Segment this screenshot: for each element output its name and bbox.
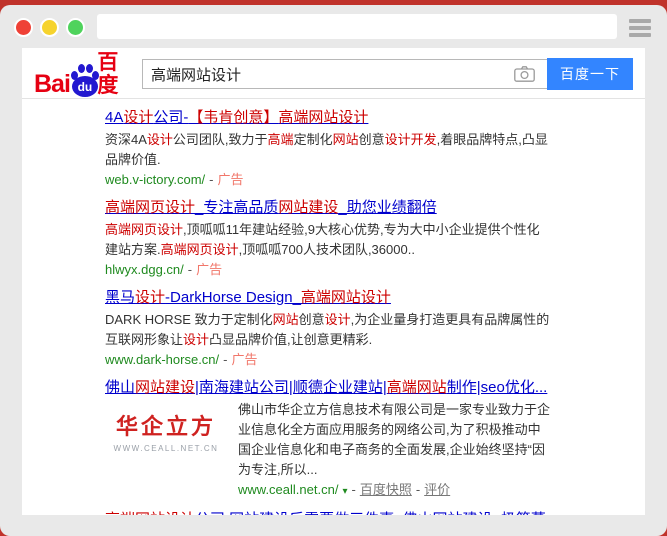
search-input[interactable] — [142, 59, 547, 89]
baidu-header: Bai du 百度 百度一下 — [22, 48, 645, 99]
result-description: DARK HORSE 致力于定制化网站创意设计,为企业量身打造更具有品牌属性的互… — [105, 310, 550, 350]
chevron-down-icon[interactable]: ▾ — [342, 486, 347, 497]
results-list: 4A设计公司-【韦肯创意】高端网站设计 资深4A设计公司团队,致力于高端定制化网… — [22, 99, 645, 515]
baidu-logo[interactable]: Bai du 百度 — [34, 51, 134, 97]
result-url-line: www.dark-horse.cn/-广告 — [105, 350, 550, 370]
result-url: www.dark-horse.cn/ — [105, 352, 219, 367]
result-url-line: hlwyx.dgg.cn/-广告 — [105, 260, 550, 280]
menu-icon[interactable] — [629, 19, 651, 37]
result-url-line: web.v-ictory.com/-广告 — [105, 170, 550, 190]
result-url: web.v-ictory.com/ — [105, 172, 205, 187]
search-results-page: Bai du 百度 百度一下 — [22, 48, 645, 515]
result-title-link[interactable]: 4A设计公司-【韦肯创意】高端网站设计 — [105, 109, 368, 127]
window-controls — [14, 18, 85, 37]
ad-badge: 广告 — [232, 352, 258, 367]
baidu-paw-icon: du — [71, 63, 95, 97]
search-button[interactable]: 百度一下 — [547, 58, 633, 90]
thumbnail-brand-text: 华企立方 — [116, 415, 216, 439]
browser-titlebar — [0, 5, 667, 48]
browser-window: Bai du 百度 百度一下 — [0, 5, 667, 536]
thumbnail-url-text: WWW.CEALL.NET.CN — [114, 444, 219, 453]
result-description: 资深4A设计公司团队,致力于高端定制化网站创意设计开发,着眼品牌特点,凸显品牌价… — [105, 130, 550, 170]
search-result: 黑马设计-DarkHorse Design_高端网站设计 DARK HORSE … — [105, 289, 550, 370]
search-result: 高端网站设计公司:网站建设后需要做三件事_佛山网站建设_极简慕枫 2018年6月… — [105, 511, 550, 515]
search-box: 百度一下 — [142, 58, 633, 90]
result-title-link[interactable]: 高端网站设计公司:网站建设后需要做三件事_佛山网站建设_极简慕枫 — [105, 511, 550, 515]
logo-text-du: du — [72, 76, 98, 97]
address-bar[interactable] — [97, 14, 617, 39]
result-url-line: www.ceall.net.cn/▾-百度快照-评价 — [238, 480, 550, 502]
result-description: 佛山市华企立方信息技术有限公司是一家专业致力于企业信息化全方面应用服务的网络公司… — [238, 400, 550, 480]
result-url: hlwyx.dgg.cn/ — [105, 262, 184, 277]
result-title-link[interactable]: 高端网页设计_专注高品质网站建设_助您业绩翻倍 — [105, 199, 437, 217]
search-result: 佛山网站建设|南海建站公司|顺德企业建站|高端网站制作|seo优化... 华企立… — [105, 379, 550, 502]
ad-badge: 广告 — [196, 262, 222, 277]
search-result: 高端网页设计_专注高品质网站建设_助您业绩翻倍 高端网页设计,顶呱呱11年建站经… — [105, 199, 550, 280]
result-title-link[interactable]: 佛山网站建设|南海建站公司|顺德企业建站|高端网站制作|seo优化... — [105, 379, 547, 397]
maximize-button-icon[interactable] — [66, 18, 85, 37]
camera-icon[interactable] — [514, 66, 535, 82]
logo-text-bai: Bai — [34, 71, 70, 97]
snapshot-link[interactable]: 百度快照 — [360, 482, 412, 497]
result-thumbnail[interactable]: 华企立方 WWW.CEALL.NET.CN — [105, 403, 227, 465]
result-description: 高端网页设计,顶呱呱11年建站经验,9大核心优势,专为大中小企业提供个性化建站方… — [105, 220, 550, 260]
result-title-link[interactable]: 黑马设计-DarkHorse Design_高端网站设计 — [105, 289, 391, 307]
logo-text-cn: 百度 — [97, 51, 134, 97]
close-button-icon[interactable] — [14, 18, 33, 37]
search-result: 4A设计公司-【韦肯创意】高端网站设计 资深4A设计公司团队,致力于高端定制化网… — [105, 109, 550, 190]
minimize-button-icon[interactable] — [40, 18, 59, 37]
review-link[interactable]: 评价 — [424, 482, 450, 497]
ad-badge: 广告 — [218, 172, 244, 187]
result-url: www.ceall.net.cn/ — [238, 482, 338, 497]
